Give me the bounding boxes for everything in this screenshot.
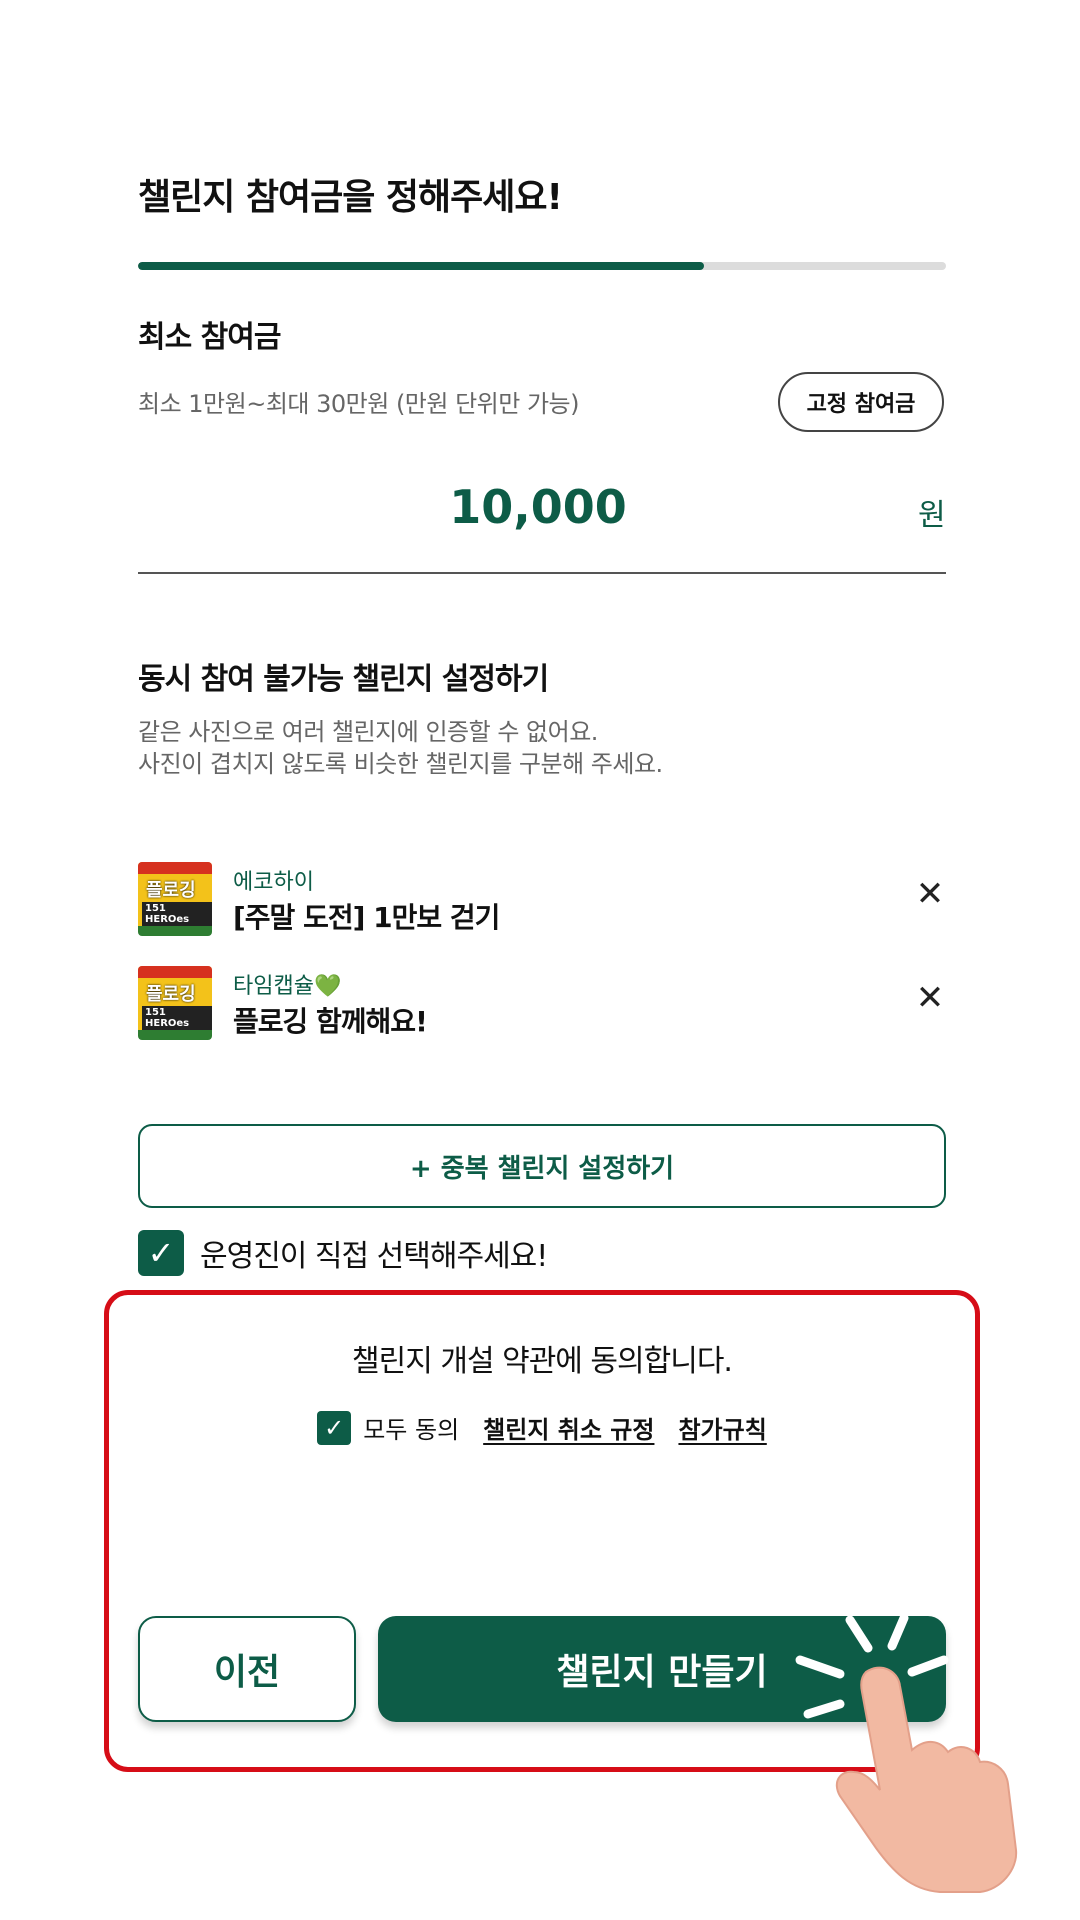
prev-button[interactable]: 이전 — [138, 1616, 356, 1722]
close-icon[interactable]: ✕ — [914, 981, 946, 1015]
add-duplicate-challenge-button[interactable]: + 중복 챌린지 설정하기 — [138, 1124, 946, 1208]
conflict-desc-line2: 사진이 겹치지 않도록 비슷한 챌린지를 구분해 주세요. — [138, 750, 663, 778]
page-title: 챌린지 참여금을 정해주세요! — [138, 177, 563, 218]
min-fee-description: 최소 1만원~최대 30만원 (만원 단위만 가능) — [138, 390, 580, 418]
conflict-desc-line1: 같은 사진으로 여러 챌린지에 인증할 수 없어요. — [138, 718, 598, 746]
tap-hand-icon — [795, 1613, 1018, 1893]
thumbnail-title: 플로깅 — [146, 984, 196, 1005]
close-icon[interactable]: ✕ — [914, 877, 946, 911]
operator-select-row: ✓ 운영진이 직접 선택해주세요! — [138, 1230, 548, 1276]
challenge-org: 에코하이 — [233, 870, 314, 895]
challenge-name: [주말 도전] 1만보 걷기 — [233, 901, 500, 934]
min-fee-title: 최소 참여금 — [138, 320, 281, 355]
fixed-fee-button[interactable]: 고정 참여금 — [778, 372, 944, 432]
conflict-title: 동시 참여 불가능 챌린지 설정하기 — [138, 662, 549, 697]
amount-input[interactable]: 10,000 — [138, 480, 938, 534]
progress-bar — [138, 262, 946, 270]
challenge-name: 플로깅 함께해요! — [233, 1005, 428, 1038]
participation-rules-link[interactable]: 참가규칙 — [678, 1410, 766, 1445]
thumbnail-subtitle: 151 HEROes — [142, 902, 212, 926]
terms-row: ✓ 모두 동의 챌린지 취소 규정 참가규칙 — [138, 1410, 946, 1445]
conflict-challenge-item: 플로깅 151 HEROes 타임캡슐💚 플로깅 함께해요! ✕ — [138, 966, 946, 1046]
thumbnail-title: 플로깅 — [146, 880, 196, 901]
progress-fill — [138, 262, 704, 270]
operator-check-label: 운영진이 직접 선택해주세요! — [200, 1239, 548, 1274]
challenge-org: 타임캡슐💚 — [233, 974, 342, 999]
amount-underline — [138, 572, 946, 574]
thumbnail-subtitle: 151 HEROes — [142, 1006, 212, 1030]
operator-checkbox[interactable]: ✓ — [138, 1230, 184, 1276]
challenge-thumbnail: 플로깅 151 HEROes — [138, 862, 212, 936]
challenge-thumbnail: 플로깅 151 HEROes — [138, 966, 212, 1040]
conflict-challenge-item: 플로깅 151 HEROes 에코하이 [주말 도전] 1만보 걷기 ✕ — [138, 862, 946, 942]
cancel-policy-link[interactable]: 챌린지 취소 규정 — [483, 1410, 654, 1445]
terms-text: 챌린지 개설 약관에 동의합니다. — [352, 1344, 733, 1379]
amount-unit: 원 — [918, 498, 946, 533]
agree-all-label: 모두 동의 — [363, 1416, 460, 1444]
agree-all-checkbox[interactable]: ✓ — [317, 1410, 352, 1445]
